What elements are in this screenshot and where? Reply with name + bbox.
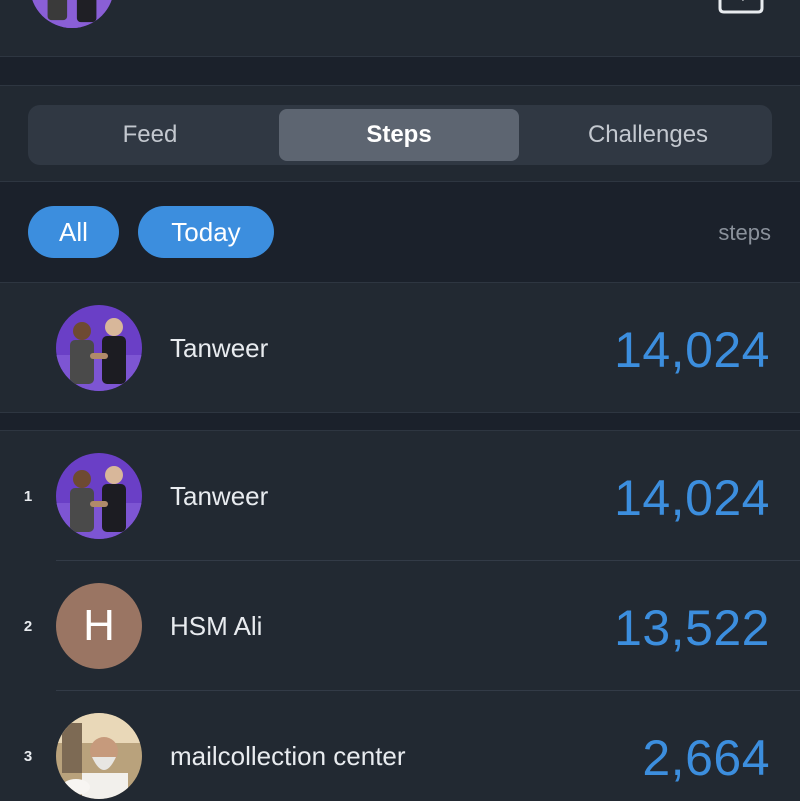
group-avatar[interactable] [30,0,114,28]
rank-number: 1 [23,488,33,505]
segmented-control-bar: Feed Steps Challenges [0,85,800,182]
rank-number: 2 [23,618,33,635]
user-name: mailcollection center [170,741,406,771]
avatar-initial: H [56,583,142,669]
avatar [56,713,142,799]
user-name: Tanweer [170,333,269,363]
step-count: 14,024 [614,322,770,378]
section-gap [0,57,800,85]
current-user-row[interactable]: Tanweer 14,024 [0,282,800,413]
share-icon[interactable] [716,0,766,14]
step-count: 13,522 [614,600,770,656]
tab-steps[interactable]: Steps [279,109,519,161]
avatar [56,305,142,391]
filter-today-button[interactable]: Today [138,206,274,258]
step-count: 14,024 [614,470,770,526]
leaderboard-row[interactable]: 2 H HSM Ali 13,522 [0,561,800,691]
filter-all-button[interactable]: All [28,206,119,258]
user-name: HSM Ali [170,611,263,641]
steps-unit-label: steps [718,220,771,245]
user-name: Tanweer [170,481,269,511]
segmented-control: Feed Steps Challenges [28,105,772,165]
step-count: 2,664 [642,730,770,786]
top-header [0,0,800,57]
rank-number: 3 [23,748,33,765]
filter-bar: All Today steps [0,182,800,282]
leaderboard-row[interactable]: 1 Tanweer 14,024 [0,431,800,561]
section-gap [0,413,800,430]
tab-feed[interactable]: Feed [30,109,270,161]
avatar [56,453,142,539]
tab-challenges[interactable]: Challenges [528,109,768,161]
leaderboard-row[interactable]: 3 mailcollection center 2,664 [0,691,800,801]
leaderboard-list: 1 Tanweer 14,024 2 H HSM Ali 13,522 3 ma… [0,430,800,801]
